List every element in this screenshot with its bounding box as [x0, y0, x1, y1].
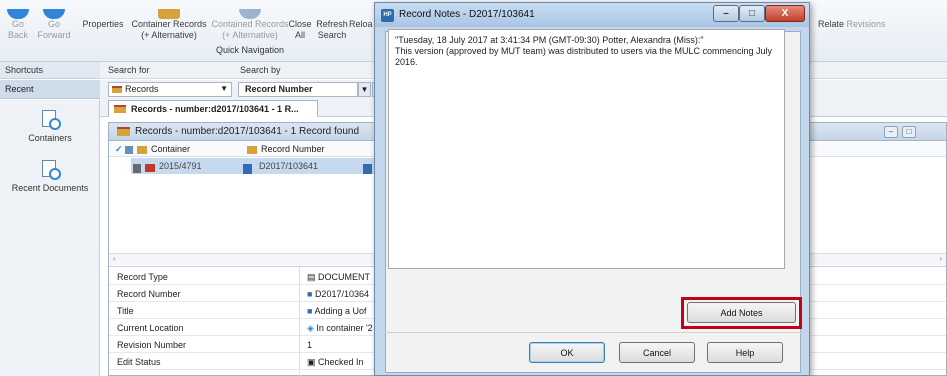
properties-button[interactable]: Properties [78, 19, 128, 30]
containers-icon [39, 110, 61, 130]
dialog-title: Record Notes - D2017/103641 [399, 9, 535, 20]
search-by-dropdown-button[interactable]: ▼ [358, 82, 371, 97]
note-header: "Tuesday, 18 July 2017 at 3:41:34 PM (GM… [395, 35, 704, 45]
column-header-record-number[interactable]: Record Number [261, 144, 325, 154]
minimize-icon: – [888, 127, 894, 136]
table-row[interactable]: 2015/4791 D2017/103641 [131, 158, 377, 174]
folder-icon [112, 86, 122, 93]
close-icon: X [781, 8, 789, 19]
checked-in-icon: ▣ [307, 357, 319, 367]
scroll-right-icon[interactable]: › [939, 254, 942, 263]
recent-documents-icon [39, 160, 61, 180]
cancel-button[interactable]: Cancel [619, 342, 695, 363]
minimize-window-button[interactable]: – [884, 126, 898, 138]
search-by-label: Search by [240, 65, 281, 75]
container-records-button[interactable]: Container Records (+ Alternative) [128, 9, 210, 41]
help-button[interactable]: Help [707, 342, 783, 363]
tab-records-search[interactable]: Records - number:d2017/103641 - 1 R... [108, 100, 318, 117]
dialog-separator [385, 332, 801, 333]
minimize-icon: – [723, 8, 729, 19]
dialog-title-bar: HP Record Notes - D2017/103641 – □ X [375, 3, 809, 27]
dialog-maximize-button[interactable]: □ [739, 5, 765, 22]
relate-button[interactable]: Relate [816, 19, 846, 30]
folder-icon [114, 105, 126, 113]
add-notes-highlight-box [681, 297, 802, 329]
document-icon: ■ [307, 289, 315, 299]
record-notes-dialog: HP Record Notes - D2017/103641 – □ X "Tu… [374, 2, 810, 376]
maximize-window-button[interactable]: □ [902, 126, 916, 138]
column-header-container[interactable]: Container [151, 144, 190, 154]
quick-navigation-group-label: Quick Navigation [215, 45, 285, 55]
close-all-button[interactable]: Close All [285, 9, 315, 41]
nav-item-containers[interactable]: Containers [0, 110, 100, 143]
recent-header[interactable]: Recent [0, 80, 100, 99]
record-number-cell: D2017/103641 [259, 161, 319, 171]
note-text: This version (approved by MUT team) was … [395, 46, 772, 67]
nav-item-recent-documents[interactable]: Recent Documents [0, 160, 100, 193]
go-back-button[interactable]: Go Back [4, 9, 32, 41]
shortcuts-panel: Containers Recent Documents [0, 100, 100, 376]
dialog-close-button[interactable]: X [765, 5, 805, 22]
checkmark-icon: ✓ [115, 144, 123, 154]
ok-button[interactable]: OK [529, 342, 605, 363]
reload-button[interactable]: Reloa [349, 19, 373, 30]
document-type-icon: ▤ [307, 272, 319, 282]
folder-icon [117, 127, 130, 136]
contained-records-icon [239, 9, 261, 19]
search-for-label: Search for [108, 65, 150, 75]
maximize-icon: □ [748, 8, 756, 19]
dialog-minimize-button[interactable]: – [713, 5, 739, 22]
chevron-down-icon: ▼ [360, 85, 369, 94]
notes-textarea[interactable]: "Tuesday, 18 July 2017 at 3:41:34 PM (GM… [388, 29, 785, 269]
maximize-icon: □ [906, 127, 912, 136]
shortcuts-header[interactable]: Shortcuts [0, 62, 100, 79]
revisions-button[interactable]: Revisions [846, 19, 886, 30]
search-by-input[interactable]: Record Number [238, 82, 358, 97]
back-arrow-icon [7, 9, 29, 19]
refresh-search-button[interactable]: Refresh Search [315, 9, 349, 41]
contained-records-button[interactable]: Contained Records (+ Alternative) [210, 9, 290, 41]
chevron-down-icon: ▼ [220, 84, 228, 93]
location-icon: ◈ [307, 323, 317, 333]
app-logo-icon: HP [381, 9, 394, 22]
scroll-left-icon[interactable]: ‹ [113, 254, 116, 263]
go-forward-button[interactable]: Go Forward [34, 9, 74, 41]
forward-arrow-icon [43, 9, 65, 19]
folder-icon [158, 9, 180, 19]
container-cell: 2015/4791 [159, 161, 202, 171]
search-for-select[interactable]: Records ▼ [108, 82, 232, 97]
